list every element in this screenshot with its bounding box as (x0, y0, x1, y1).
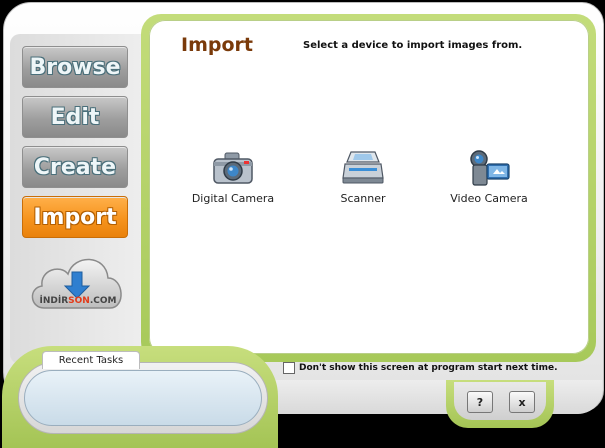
logo-wordmark: İNDİRSON.COM (39, 296, 117, 306)
device-label: Scanner (340, 192, 386, 205)
device-digital-camera[interactable]: Digital Camera (178, 150, 288, 205)
dont-show-checkbox[interactable] (283, 362, 295, 374)
device-label: Digital Camera (191, 192, 275, 205)
startup-checkbox-row[interactable]: Don't show this screen at program start … (283, 362, 558, 374)
page-subtitle: Select a device to import images from. (303, 40, 523, 51)
video-camera-icon (470, 150, 510, 186)
create-button[interactable]: Create (22, 146, 128, 188)
import-button[interactable]: Import (22, 196, 128, 238)
device-video-camera[interactable]: Video Camera (434, 150, 544, 205)
edit-button[interactable]: Edit (22, 96, 128, 138)
page-title: Import (181, 34, 253, 56)
help-button[interactable]: ? (467, 391, 493, 413)
recent-tasks-list[interactable] (24, 370, 262, 426)
close-button[interactable]: x (509, 391, 535, 413)
browse-button[interactable]: Browse (22, 46, 128, 88)
device-label: Video Camera (450, 192, 528, 205)
camera-icon (213, 152, 253, 184)
recent-tasks-tab[interactable]: Recent Tasks (42, 351, 140, 369)
device-scanner[interactable]: Scanner (308, 150, 418, 205)
scanner-icon (342, 151, 384, 184)
dont-show-checkbox-label: Don't show this screen at program start … (299, 363, 558, 373)
